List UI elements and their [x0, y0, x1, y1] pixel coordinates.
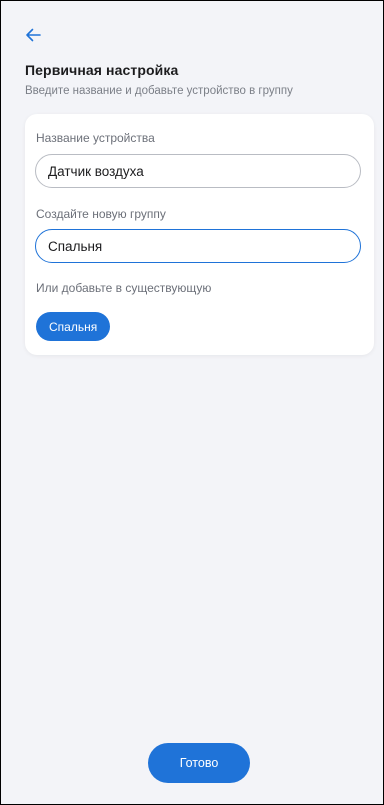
- page-subtitle: Введите название и добавьте устройство в…: [25, 85, 293, 97]
- back-button[interactable]: [19, 21, 47, 49]
- new-group-label: Создайте новую группу: [36, 207, 166, 221]
- page-title: Первичная настройка: [25, 62, 179, 78]
- device-name-input[interactable]: [35, 154, 361, 188]
- setup-card: Название устройства Создайте новую групп…: [25, 114, 374, 355]
- done-button[interactable]: Готово: [148, 743, 250, 783]
- new-group-input[interactable]: [35, 229, 361, 263]
- device-name-label: Название устройства: [36, 131, 155, 145]
- arrow-left-icon: [26, 28, 41, 42]
- existing-group-chip[interactable]: Спальня: [36, 312, 111, 341]
- setup-screen: Первичная настройка Введите название и д…: [0, 0, 384, 805]
- existing-group-label: Или добавьте в существующую: [36, 281, 212, 295]
